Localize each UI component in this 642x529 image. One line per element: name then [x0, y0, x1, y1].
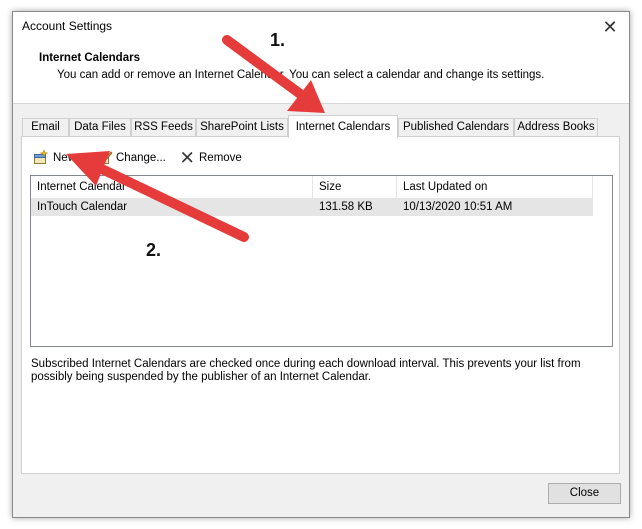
row-name: InTouch Calendar	[37, 201, 128, 213]
change-icon	[97, 151, 113, 164]
tab-rss-feeds[interactable]: RSS Feeds	[131, 118, 196, 136]
close-icon[interactable]: ✕	[597, 15, 623, 39]
calendar-list: Internet Calendar Size Last Updated on I…	[30, 175, 613, 347]
row-updated: 10/13/2020 10:51 AM	[403, 201, 513, 213]
new-calendar-icon	[34, 149, 49, 164]
info-note: Subscribed Internet Calendars are checke…	[31, 358, 581, 383]
column-header-updated[interactable]: Last Updated on	[397, 176, 593, 198]
window-title: Account Settings	[22, 19, 113, 33]
tab-email[interactable]: Email	[22, 118, 69, 136]
column-header-name[interactable]: Internet Calendar	[31, 176, 313, 198]
column-header-size[interactable]: Size	[313, 176, 397, 198]
new-button[interactable]: New...	[33, 149, 95, 167]
tab-internet-calendars[interactable]: Internet Calendars	[288, 115, 398, 138]
dialog-header: Internet Calendars You can add or remove…	[13, 42, 629, 104]
tab-data-files[interactable]: Data Files	[69, 118, 131, 136]
list-header: Internet Calendar Size Last Updated on	[31, 176, 593, 199]
tab-strip: Email Data Files RSS Feeds SharePoint Li…	[22, 115, 602, 138]
table-row[interactable]: InTouch Calendar 131.58 KB 10/13/2020 10…	[31, 198, 593, 216]
tab-published-calendars[interactable]: Published Calendars	[398, 118, 514, 136]
remove-button-label: Remove	[199, 152, 242, 164]
tab-panel: New... Change... Remove Internet Calenda…	[21, 136, 620, 474]
tab-address-books[interactable]: Address Books	[514, 118, 598, 136]
change-button-label: Change...	[116, 152, 166, 164]
change-button[interactable]: Change...	[96, 149, 176, 167]
tab-sharepoint-lists[interactable]: SharePoint Lists	[196, 118, 288, 136]
title-bar: Account Settings ✕	[13, 12, 629, 42]
row-size: 131.58 KB	[319, 201, 373, 213]
header-description: You can add or remove an Internet Calend…	[57, 69, 545, 81]
remove-button[interactable]: Remove	[179, 149, 249, 167]
new-button-label: New...	[53, 152, 85, 164]
header-title: Internet Calendars	[39, 52, 140, 64]
close-button[interactable]: Close	[548, 483, 621, 504]
remove-x-icon	[181, 151, 193, 163]
account-settings-dialog: Account Settings ✕ Internet Calendars Yo…	[12, 11, 630, 518]
